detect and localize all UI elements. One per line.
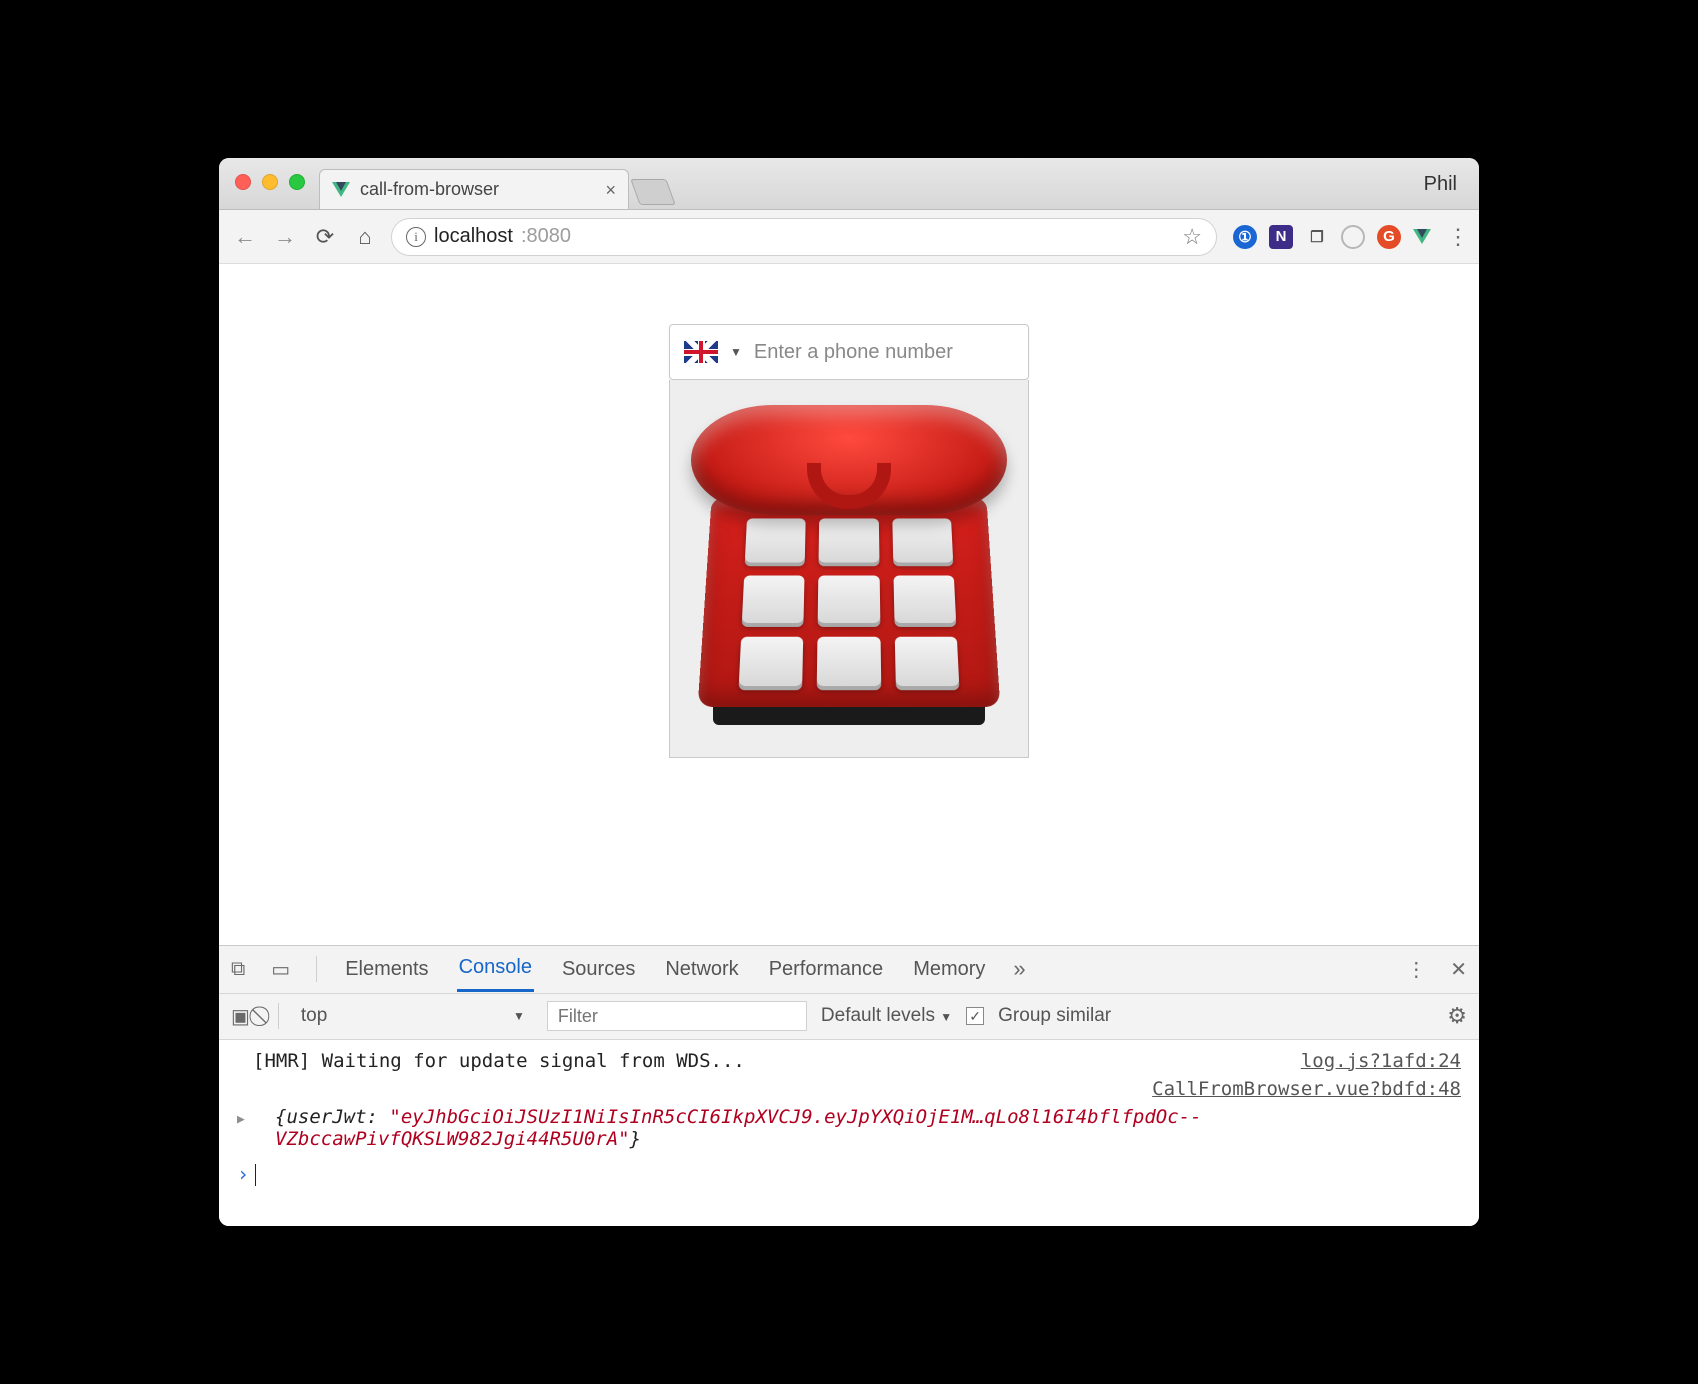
devtools-tab-performance[interactable]: Performance xyxy=(767,948,886,991)
vue-icon xyxy=(332,182,350,197)
browser-window: call-from-browser × Phil ← → ⟳ ⌂ i local… xyxy=(219,158,1479,1226)
group-similar-checkbox[interactable]: ✓ xyxy=(966,1007,984,1025)
devtools-tab-memory[interactable]: Memory xyxy=(911,948,987,991)
site-info-icon[interactable]: i xyxy=(406,227,426,247)
log-levels-select[interactable]: Default levels ▼ xyxy=(821,1005,952,1027)
telephone-icon xyxy=(689,399,1009,739)
minimize-window-button[interactable] xyxy=(262,174,278,190)
phone-number-input[interactable]: ▼ Enter a phone number xyxy=(669,324,1029,380)
expand-triangle-icon[interactable]: ▶ xyxy=(237,1112,245,1127)
log-levels-label: Default levels xyxy=(821,1005,935,1026)
profile-name[interactable]: Phil xyxy=(1424,173,1457,196)
onepassword-extension-icon[interactable]: ① xyxy=(1233,225,1257,249)
log-object-suffix: } xyxy=(630,1128,641,1150)
console-filter-input[interactable] xyxy=(547,1001,807,1031)
devtools-panel: ⧉ ▭ Elements Console Sources Network Per… xyxy=(219,945,1479,1227)
back-button[interactable]: ← xyxy=(231,224,259,250)
window-controls xyxy=(235,174,305,190)
devtools-tabstrip: ⧉ ▭ Elements Console Sources Network Per… xyxy=(219,946,1479,994)
execution-context-select[interactable]: top ▼ xyxy=(293,1001,533,1031)
phone-illustration xyxy=(669,380,1029,758)
execution-context-value: top xyxy=(301,1005,327,1027)
vue-devtools-extension-icon[interactable] xyxy=(1413,229,1431,244)
inspect-element-icon[interactable]: ⧉ xyxy=(231,958,245,981)
tab-title: call-from-browser xyxy=(360,179,499,200)
phone-input-placeholder: Enter a phone number xyxy=(754,341,953,364)
devtools-tab-network[interactable]: Network xyxy=(663,948,740,991)
devtools-tab-elements[interactable]: Elements xyxy=(343,948,430,991)
zoom-window-button[interactable] xyxy=(289,174,305,190)
close-window-button[interactable] xyxy=(235,174,251,190)
chevron-down-icon: ▼ xyxy=(940,1010,952,1024)
separator xyxy=(278,1003,279,1029)
extension-icons: ① N ❐ G xyxy=(1229,225,1435,249)
console-settings-icon[interactable]: ⚙ xyxy=(1447,1003,1467,1029)
country-flag-icon[interactable] xyxy=(684,341,718,363)
extension-icon-n[interactable]: N xyxy=(1269,225,1293,249)
page-content: ▼ Enter a phone number xyxy=(219,264,1479,945)
console-toolbar: ▣ ⃠ top ▼ Default levels ▼ ✓ Group simil… xyxy=(219,994,1479,1040)
log-source-link[interactable]: CallFromBrowser.vue?bdfd:48 xyxy=(1152,1078,1461,1100)
browser-tab[interactable]: call-from-browser × xyxy=(319,169,629,209)
new-tab-button[interactable] xyxy=(630,179,675,205)
console-prompt[interactable]: › xyxy=(219,1152,1479,1197)
log-object-prefix: {userJwt: xyxy=(275,1106,389,1128)
log-object-entry[interactable]: ▶ {userJwt: "eyJhbGciOiJSUzI1NiIsInR5cCI… xyxy=(219,1104,1479,1152)
country-dropdown-caret-icon[interactable]: ▼ xyxy=(730,345,742,359)
devtools-tab-sources[interactable]: Sources xyxy=(560,948,637,991)
chrome-menu-button[interactable]: ⋮ xyxy=(1447,224,1467,250)
bookmark-star-icon[interactable]: ☆ xyxy=(1182,224,1202,250)
separator xyxy=(316,956,317,982)
console-sidebar-toggle-icon[interactable]: ▣ xyxy=(231,1004,250,1029)
log-entry: CallFromBrowser.vue?bdfd:48 xyxy=(219,1076,1479,1104)
phone-widget: ▼ Enter a phone number xyxy=(669,324,1029,945)
titlebar: call-from-browser × Phil xyxy=(219,158,1479,210)
forward-button[interactable]: → xyxy=(271,224,299,250)
extension-icon-g[interactable]: G xyxy=(1377,225,1401,249)
log-object-value: "eyJhbGciOiJSUzI1NiIsInR5cCI6IkpXVCJ9.ey… xyxy=(275,1106,1202,1150)
address-host: localhost xyxy=(434,225,513,248)
text-cursor xyxy=(255,1164,256,1186)
device-toolbar-icon[interactable]: ▭ xyxy=(271,957,290,982)
console-log: [HMR] Waiting for update signal from WDS… xyxy=(219,1040,1479,1227)
extension-icon-tabs[interactable]: ❐ xyxy=(1305,225,1329,249)
devtools-tab-console[interactable]: Console xyxy=(457,946,534,992)
chevron-down-icon: ▼ xyxy=(513,1009,525,1023)
address-bar[interactable]: i localhost :8080 ☆ xyxy=(391,218,1217,256)
address-port: :8080 xyxy=(521,225,571,248)
log-source-link[interactable]: log.js?1afd:24 xyxy=(1301,1050,1461,1072)
home-button[interactable]: ⌂ xyxy=(351,224,379,250)
group-similar-label: Group similar xyxy=(998,1005,1111,1027)
close-tab-button[interactable]: × xyxy=(605,181,616,199)
navbar: ← → ⟳ ⌂ i localhost :8080 ☆ ① N ❐ G ⋮ xyxy=(219,210,1479,264)
devtools-close-icon[interactable]: ✕ xyxy=(1450,957,1467,982)
extension-icon-circle[interactable] xyxy=(1341,225,1365,249)
log-entry: [HMR] Waiting for update signal from WDS… xyxy=(219,1046,1479,1076)
devtools-menu-icon[interactable]: ⋮ xyxy=(1406,957,1426,982)
reload-button[interactable]: ⟳ xyxy=(311,224,339,250)
log-message: [HMR] Waiting for update signal from WDS… xyxy=(253,1050,745,1072)
devtools-more-tabs-icon[interactable]: » xyxy=(1013,956,1025,982)
